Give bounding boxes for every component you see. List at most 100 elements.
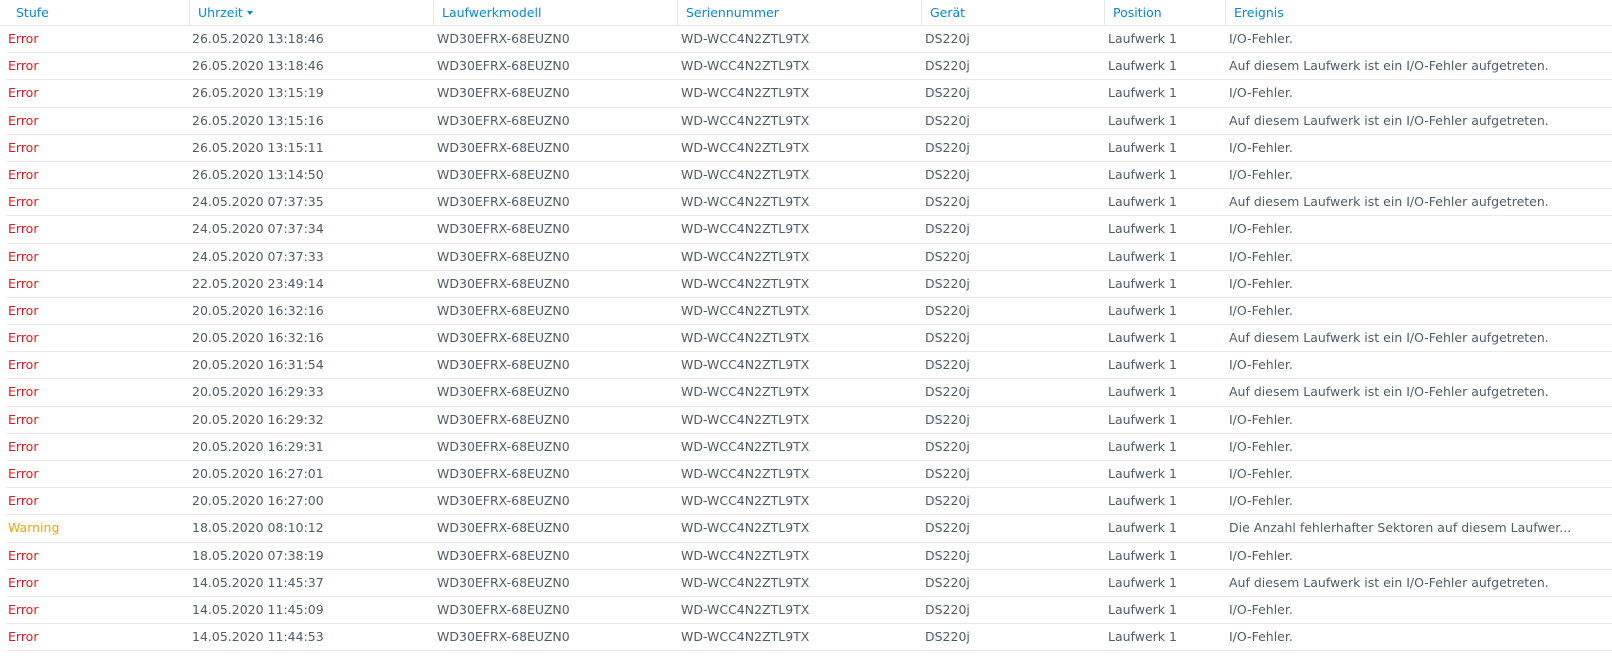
serial-cell: WD-WCC4N2ZTL9TX [681,574,810,590]
table-row[interactable]: Error 18.05.2020 07:38:19 WD30EFRX-68EUZN0… [6,543,1612,570]
position-cell: Laufwerk 1 [1108,139,1177,155]
position-cell: Laufwerk 1 [1108,520,1177,536]
serial-cell: WD-WCC4N2ZTL9TX [681,302,810,318]
time-cell: 18.05.2020 08:10:12 [192,520,324,536]
level-cell: Error [8,85,39,101]
device-cell: DS220j [925,248,970,264]
serial-cell: WD-WCC4N2ZTL9TX [681,547,810,563]
position-cell: Laufwerk 1 [1108,221,1177,237]
table-row[interactable]: Error 20.05.2020 16:29:33 WD30EFRX-68EUZN0… [6,379,1612,407]
event-cell: I/O-Fehler. [1229,493,1293,509]
model-cell: WD30EFRX-68EUZN0 [437,520,570,536]
table-row[interactable]: Error 24.05.2020 07:37:34 WD30EFRX-68EUZN0… [6,216,1612,244]
table-row[interactable]: Error 22.05.2020 23:49:14 WD30EFRX-68EUZN0… [6,271,1612,298]
serial-cell: WD-WCC4N2ZTL9TX [681,166,810,182]
device-cell: DS220j [925,411,970,427]
position-cell: Laufwerk 1 [1108,438,1177,454]
table-row[interactable]: Error 24.05.2020 07:37:33 WD30EFRX-68EUZN0… [6,244,1612,271]
position-cell: Laufwerk 1 [1108,384,1177,400]
serial-cell: WD-WCC4N2ZTL9TX [681,275,810,291]
column-header-position[interactable]: Position [1105,0,1226,25]
table-row[interactable]: Error 20.05.2020 16:29:31 WD30EFRX-68EUZN0… [6,434,1612,461]
model-cell: WD30EFRX-68EUZN0 [437,438,570,454]
table-row[interactable]: Error 26.05.2020 13:14:50 WD30EFRX-68EUZN0… [6,162,1612,190]
serial-cell: WD-WCC4N2ZTL9TX [681,601,810,617]
level-cell: Error [8,166,39,182]
device-cell: DS220j [925,166,970,182]
table-row[interactable]: Error 20.05.2020 16:31:54 WD30EFRX-68EUZN0… [6,352,1612,380]
table-row[interactable]: Error 20.05.2020 16:32:16 WD30EFRX-68EUZN0… [6,325,1612,353]
time-cell: 26.05.2020 13:18:46 [192,58,324,74]
table-row[interactable]: Error 20.05.2020 16:27:00 WD30EFRX-68EUZN0… [6,488,1612,516]
column-header-ereignis[interactable]: Ereignis [1226,0,1612,25]
device-cell: DS220j [925,58,970,74]
model-cell: WD30EFRX-68EUZN0 [437,384,570,400]
column-header-seriennummer[interactable]: Seriennummer [678,0,922,25]
table-row[interactable]: Error 20.05.2020 16:29:32 WD30EFRX-68EUZN0… [6,407,1612,434]
table-row[interactable]: Error 14.05.2020 11:45:37 WD30EFRX-68EUZN0… [6,570,1612,597]
table-row[interactable]: Error 14.05.2020 11:45:09 WD30EFRX-68EUZN0… [6,597,1612,625]
device-cell: DS220j [925,547,970,563]
model-cell: WD30EFRX-68EUZN0 [437,85,570,101]
column-header-uhrzeit[interactable]: Uhrzeit [190,0,434,25]
time-cell: 14.05.2020 11:45:37 [192,574,324,590]
table-row[interactable]: Error 26.05.2020 13:15:16 WD30EFRX-68EUZN0… [6,108,1612,135]
model-cell: WD30EFRX-68EUZN0 [437,601,570,617]
column-header-label: Seriennummer [686,5,779,20]
table-row[interactable]: Error 20.05.2020 16:27:01 WD30EFRX-68EUZN0… [6,461,1612,489]
event-cell: I/O-Fehler. [1229,411,1293,427]
grid-body: Error 26.05.2020 13:18:46 WD30EFRX-68EUZN0… [0,26,1612,652]
table-row[interactable]: Error 14.05.2020 11:44:53 WD30EFRX-68EUZN0… [6,624,1612,652]
table-row[interactable]: Error 26.05.2020 13:15:11 WD30EFRX-68EUZN0… [6,135,1612,162]
position-cell: Laufwerk 1 [1108,31,1177,46]
time-cell: 14.05.2020 11:45:09 [192,601,324,617]
time-cell: 26.05.2020 13:15:19 [192,85,324,101]
serial-cell: WD-WCC4N2ZTL9TX [681,58,810,74]
device-cell: DS220j [925,357,970,373]
serial-cell: WD-WCC4N2ZTL9TX [681,112,810,128]
model-cell: WD30EFRX-68EUZN0 [437,493,570,509]
position-cell: Laufwerk 1 [1108,629,1177,645]
position-cell: Laufwerk 1 [1108,601,1177,617]
table-row[interactable]: Error 26.05.2020 13:15:19 WD30EFRX-68EUZN0… [6,80,1612,108]
table-row[interactable]: Warning 18.05.2020 08:10:12 WD30EFRX-68EUZ… [6,515,1612,543]
model-cell: WD30EFRX-68EUZN0 [437,248,570,264]
level-cell: Error [8,302,39,318]
serial-cell: WD-WCC4N2ZTL9TX [681,438,810,454]
time-cell: 24.05.2020 07:37:33 [192,248,324,264]
serial-cell: WD-WCC4N2ZTL9TX [681,357,810,373]
table-row[interactable]: Error 24.05.2020 07:37:35 WD30EFRX-68EUZN0… [6,189,1612,217]
level-cell: Error [8,357,39,373]
column-header-laufwerkmodell[interactable]: Laufwerkmodell [434,0,678,25]
model-cell: WD30EFRX-68EUZN0 [437,58,570,74]
position-cell: Laufwerk 1 [1108,85,1177,101]
event-cell: I/O-Fehler. [1229,601,1293,617]
level-cell: Error [8,330,39,346]
event-cell: I/O-Fehler. [1229,221,1293,237]
model-cell: WD30EFRX-68EUZN0 [437,411,570,427]
time-cell: 20.05.2020 16:31:54 [192,357,324,373]
column-header-label: Gerät [930,5,966,20]
event-cell: I/O-Fehler. [1229,547,1293,563]
position-cell: Laufwerk 1 [1108,330,1177,346]
event-cell: Auf diesem Laufwerk ist ein I/O-Fehler a… [1229,194,1549,210]
serial-cell: WD-WCC4N2ZTL9TX [681,248,810,264]
column-header-geraet[interactable]: Gerät [922,0,1105,25]
device-cell: DS220j [925,302,970,318]
time-cell: 20.05.2020 16:29:33 [192,384,324,400]
model-cell: WD30EFRX-68EUZN0 [437,221,570,237]
time-cell: 26.05.2020 13:15:11 [192,139,324,155]
table-row[interactable]: Error 26.05.2020 13:18:46 WD30EFRX-68EUZN0… [6,53,1612,81]
time-cell: 14.05.2020 11:44:53 [192,629,324,645]
event-cell: I/O-Fehler. [1229,438,1293,454]
column-header-stufe[interactable]: Stufe [0,0,190,25]
time-cell: 18.05.2020 07:38:19 [192,547,324,563]
time-cell: 22.05.2020 23:49:14 [192,275,324,291]
event-cell: I/O-Fehler. [1229,357,1293,373]
table-row[interactable]: Error 20.05.2020 16:32:16 WD30EFRX-68EUZN0… [6,298,1612,326]
device-cell: DS220j [925,275,970,291]
device-cell: DS220j [925,85,970,101]
position-cell: Laufwerk 1 [1108,58,1177,74]
event-cell: I/O-Fehler. [1229,85,1293,101]
table-row[interactable]: Error 26.05.2020 13:18:46 WD30EFRX-68EUZN0… [6,26,1612,54]
